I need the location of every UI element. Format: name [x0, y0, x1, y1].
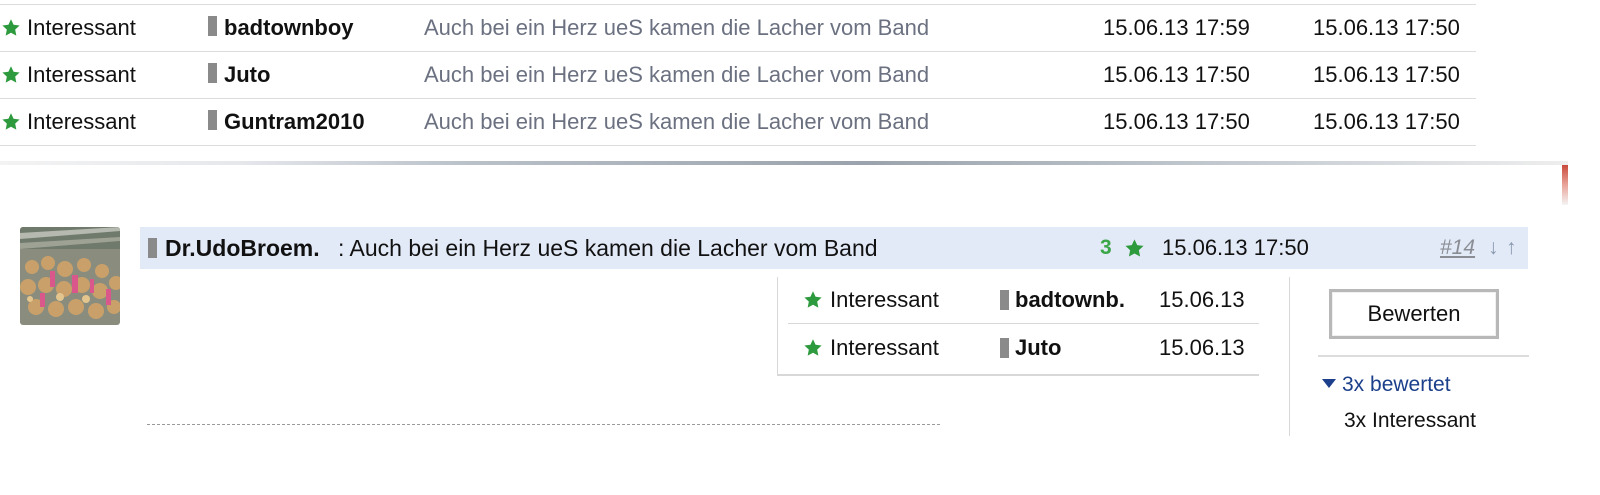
user-status-bar	[208, 16, 217, 36]
user-status-bar	[1000, 290, 1009, 310]
star-icon	[0, 52, 22, 98]
post-title-link[interactable]: Auch bei ein Herz ueS kamen die Lacher v…	[424, 52, 929, 98]
avatar[interactable]	[20, 227, 120, 325]
triangle-down-icon	[1322, 379, 1336, 389]
list-item: Interessant Juto 15.06.13	[788, 325, 1259, 372]
post-ratings-list: Interessant badtownb. 15.06.13 Interessa…	[777, 277, 1259, 376]
post-author-link[interactable]: Dr.UdoBroem.	[165, 227, 320, 269]
post-date: 15.06.13 17:50	[1313, 62, 1460, 87]
rating-label: Interessant	[830, 287, 939, 312]
dashed-divider	[147, 424, 940, 425]
post-date: 15.06.13 17:50	[1313, 15, 1460, 40]
post-title: : Auch bei ein Herz ueS kamen die Lacher…	[338, 235, 878, 261]
table-row: Interessant Guntram2010 Auch bei ein Her…	[0, 99, 1476, 146]
rate-button[interactable]: Bewerten	[1329, 289, 1499, 339]
user-status-bar	[208, 63, 217, 83]
star-icon	[802, 325, 824, 371]
star-icon	[0, 5, 22, 51]
post-title-link[interactable]: Auch bei ein Herz ueS kamen die Lacher v…	[424, 5, 929, 51]
rating-label: Interessant	[27, 15, 136, 40]
sidebar-divider	[1318, 355, 1529, 357]
arrow-down-icon[interactable]: ↓	[1488, 227, 1499, 269]
rated-summary-label: 3x bewertet	[1342, 373, 1451, 396]
rating-count: 3	[1100, 236, 1112, 259]
list-item: Interessant badtownb. 15.06.13	[788, 277, 1259, 324]
rating-date: 15.06.13 17:50	[1103, 109, 1250, 134]
user-status-bar	[1000, 338, 1009, 358]
rating-label: Interessant	[830, 335, 939, 360]
rating-label: Interessant	[27, 62, 136, 87]
user-link[interactable]: Juto	[224, 52, 270, 98]
post-date: 15.06.13 17:50	[1162, 235, 1309, 260]
post-header: Dr.UdoBroem. : Auch bei ein Herz ueS kam…	[140, 227, 1528, 269]
user-link[interactable]: Juto	[1015, 325, 1061, 371]
rated-summary-toggle[interactable]: 3x bewertet	[1322, 371, 1451, 399]
star-icon	[802, 277, 824, 323]
table-row: Interessant Juto Auch bei ein Herz ueS k…	[0, 52, 1476, 99]
window-edge	[1562, 165, 1568, 205]
user-link[interactable]: badtownb.	[1015, 277, 1125, 323]
rating-date: 15.06.13	[1159, 287, 1245, 312]
rating-date: 15.06.13 17:59	[1103, 15, 1250, 40]
rated-detail-text: 3x Interessant	[1344, 409, 1476, 432]
user-status-bar	[148, 238, 157, 258]
rating-date: 15.06.13 17:50	[1103, 62, 1250, 87]
star-icon	[0, 99, 22, 145]
user-status-bar	[208, 110, 217, 130]
user-link[interactable]: Guntram2010	[224, 99, 365, 145]
user-link[interactable]: badtownboy	[224, 5, 354, 51]
arrow-up-icon[interactable]: ↑	[1506, 227, 1517, 269]
rating-date: 15.06.13	[1159, 335, 1245, 360]
post-date: 15.06.13 17:50	[1313, 109, 1460, 134]
table-row: Interessant badtownboy Auch bei ein Herz…	[0, 5, 1476, 52]
section-divider	[0, 161, 1568, 165]
post-number-link[interactable]: #14	[1440, 227, 1475, 269]
rating-label: Interessant	[27, 109, 136, 134]
ratings-table: Interessant badtownboy Auch bei ein Herz…	[0, 4, 1476, 146]
column-divider	[1289, 277, 1290, 436]
star-icon	[1123, 227, 1145, 269]
post-title-link[interactable]: Auch bei ein Herz ueS kamen die Lacher v…	[424, 99, 929, 145]
